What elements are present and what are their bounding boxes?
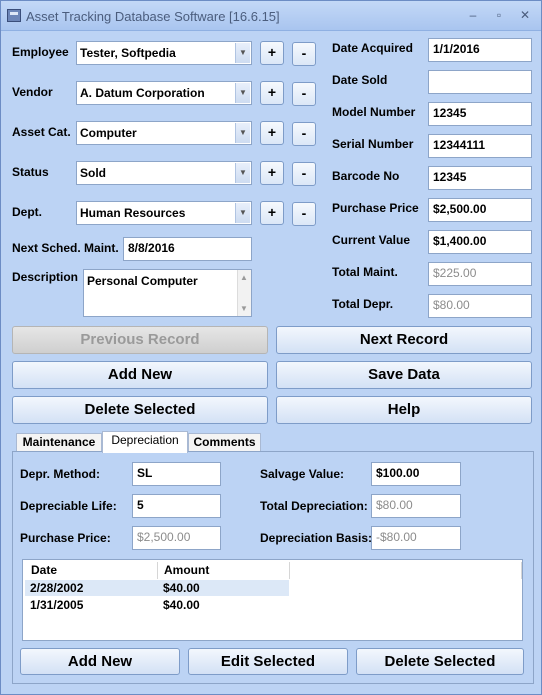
purchase-price-field[interactable]: $2,500.00 [428,198,532,222]
tab-comments[interactable]: Comments [188,433,261,452]
total-depreciation-field: $80.00 [371,494,461,518]
next-maint-label: Next Sched. Maint. [12,241,119,255]
delete-selected-button[interactable]: Delete Selected [12,396,268,424]
salvage-value-field[interactable]: $100.00 [371,462,461,486]
model-number-field[interactable]: 12345 [428,102,532,126]
serial-number-label: Serial Number [332,137,414,151]
depr-life-label: Depreciable Life: [20,499,117,513]
add-asset-cat-button[interactable]: + [260,121,284,145]
vendor-combo[interactable]: A. Datum Corporation ▼ [76,81,252,105]
dept-label: Dept. [12,205,42,219]
employee-label: Employee [12,45,69,59]
date-sold-field[interactable] [428,70,532,94]
app-window: Asset Tracking Database Software [16.6.1… [0,0,542,695]
window-title: Asset Tracking Database Software [16.6.1… [26,9,280,24]
vendor-value: A. Datum Corporation [80,86,205,100]
status-label: Status [12,165,49,179]
next-record-button[interactable]: Next Record [276,326,532,354]
close-button[interactable]: ✕ [514,7,536,23]
current-value-field[interactable]: $1,400.00 [428,230,532,254]
column-header-amount[interactable]: Amount [158,562,290,579]
remove-vendor-button[interactable]: - [292,82,316,106]
total-depr-field: $80.00 [428,294,532,318]
depr-method-label: Depr. Method: [20,467,100,481]
row-amount: $40.00 [163,581,200,595]
remove-asset-cat-button[interactable]: - [292,122,316,146]
add-status-button[interactable]: + [260,161,284,185]
scroll-down-icon[interactable]: ▼ [240,304,248,313]
depreciation-list[interactable]: Date Amount 2/28/2002 $40.00 1/31/2005 $… [22,559,523,641]
help-button[interactable]: Help [276,396,532,424]
description-value: Personal Computer [87,274,198,288]
dept-value: Human Resources [80,206,186,220]
asset-cat-value: Computer [80,126,137,140]
app-icon [7,9,21,22]
depr-method-field[interactable]: SL [132,462,221,486]
employee-value: Tester, Softpedia [80,46,176,60]
add-employee-button[interactable]: + [260,41,284,65]
chevron-down-icon[interactable]: ▼ [235,43,250,63]
date-sold-label: Date Sold [332,73,388,87]
row-date: 2/28/2002 [30,581,84,595]
minimize-button[interactable]: – [462,7,484,23]
add-vendor-button[interactable]: + [260,81,284,105]
chevron-down-icon[interactable]: ▼ [235,83,250,103]
total-depreciation-label: Total Depreciation: [260,499,368,513]
serial-number-field[interactable]: 12344111 [428,134,532,158]
save-data-button[interactable]: Save Data [276,361,532,389]
model-number-label: Model Number [332,105,416,119]
row-date: 1/31/2005 [30,598,84,612]
depr-edit-selected-button[interactable]: Edit Selected [188,648,348,675]
chevron-down-icon[interactable]: ▼ [235,123,250,143]
depr-add-new-button[interactable]: Add New [20,648,180,675]
purchase-price-label: Purchase Price [332,201,419,215]
scroll-up-icon[interactable]: ▲ [240,273,248,282]
total-maint-field: $225.00 [428,262,532,286]
description-field[interactable]: Personal Computer ▲ ▼ [83,269,252,317]
chevron-down-icon[interactable]: ▼ [235,203,250,223]
column-header-date[interactable]: Date [25,562,158,579]
barcode-label: Barcode No [332,169,400,183]
remove-dept-button[interactable]: - [292,202,316,226]
depreciation-basis-label: Depreciation Basis: [260,531,373,545]
table-row[interactable]: 1/31/2005 $40.00 [25,597,289,613]
description-scrollbar[interactable]: ▲ ▼ [237,270,251,316]
next-maint-field[interactable]: 8/8/2016 [123,237,252,261]
chevron-down-icon[interactable]: ▼ [235,163,250,183]
depreciation-basis-field: -$80.00 [371,526,461,550]
depr-purchase-price-label: Purchase Price: [20,531,111,545]
description-label: Description [12,270,79,284]
salvage-value-label: Salvage Value: [260,467,345,481]
previous-record-button[interactable]: Previous Record [12,326,268,354]
depr-delete-selected-button[interactable]: Delete Selected [356,648,524,675]
asset-cat-label: Asset Cat. [12,125,71,139]
total-depr-label: Total Depr. [332,297,394,311]
employee-combo[interactable]: Tester, Softpedia ▼ [76,41,252,65]
vendor-label: Vendor [12,85,53,99]
barcode-field[interactable]: 12345 [428,166,532,190]
date-acquired-field[interactable]: 1/1/2016 [428,38,532,62]
remove-employee-button[interactable]: - [292,42,316,66]
tab-maintenance[interactable]: Maintenance [16,433,102,452]
depr-purchase-price-field: $2,500.00 [132,526,221,550]
add-dept-button[interactable]: + [260,201,284,225]
add-new-button[interactable]: Add New [12,361,268,389]
date-acquired-label: Date Acquired [332,41,413,55]
current-value-label: Current Value [332,233,411,247]
total-maint-label: Total Maint. [332,265,398,279]
row-amount: $40.00 [163,598,200,612]
remove-status-button[interactable]: - [292,162,316,186]
asset-cat-combo[interactable]: Computer ▼ [76,121,252,145]
maximize-button[interactable]: ▫ [488,7,510,23]
column-header-empty[interactable] [290,562,522,579]
depr-life-field[interactable]: 5 [132,494,221,518]
tab-depreciation[interactable]: Depreciation [102,431,188,453]
table-row[interactable]: 2/28/2002 $40.00 [25,580,289,596]
status-value: Sold [80,166,106,180]
title-bar[interactable]: Asset Tracking Database Software [16.6.1… [1,1,541,31]
status-combo[interactable]: Sold ▼ [76,161,252,185]
dept-combo[interactable]: Human Resources ▼ [76,201,252,225]
